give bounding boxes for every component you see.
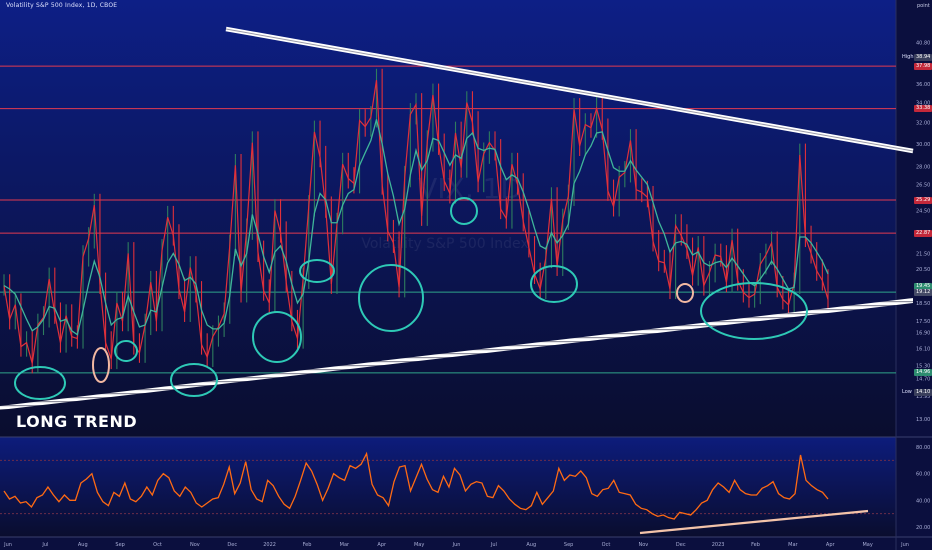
- price-tick-label: 32.00: [916, 121, 930, 127]
- price-tick-label: 16.90: [916, 331, 930, 337]
- price-tick-label: 36.00: [916, 82, 930, 88]
- price-tick-label: 20.50: [916, 267, 930, 273]
- chart-title: Volatility S&P 500 Index, 1D, CBOE: [6, 2, 118, 9]
- time-tick-label: Apr: [377, 542, 387, 548]
- time-tick-label: Dec: [676, 542, 686, 548]
- time-tick-label: Oct: [153, 542, 162, 548]
- price-tick-label: 14.70: [916, 377, 930, 383]
- time-tick-label: Apr: [826, 542, 836, 548]
- long-trend-label: LONG TREND: [16, 412, 138, 431]
- time-tick-label: Mar: [340, 542, 350, 548]
- price-tick-label: 24.50: [916, 208, 930, 214]
- price-tick-label: 30.00: [916, 142, 930, 148]
- price-tick-label: 28.00: [916, 164, 930, 170]
- price-tick-label: 17.50: [916, 319, 930, 325]
- rsi-tick-label: 40.00: [916, 498, 930, 504]
- price-badge-label: Low: [902, 388, 912, 395]
- time-tick-label: Jul: [490, 542, 497, 548]
- time-tick-label: Nov: [638, 542, 648, 548]
- time-tick-label: Mar: [788, 542, 798, 548]
- time-tick-label: Oct: [602, 542, 611, 548]
- time-tick-label: Nov: [190, 542, 200, 548]
- price-unit-label: point: [917, 3, 930, 9]
- rsi-tick-label: 60.00: [916, 472, 930, 478]
- price-pane-background: [0, 0, 896, 437]
- time-tick-label: Aug: [78, 542, 88, 548]
- price-badge: 38.94: [914, 54, 932, 62]
- rsi-tick-label: 20.00: [916, 525, 930, 531]
- price-tick-label: 16.10: [916, 347, 930, 353]
- time-tick-label: 2023: [712, 542, 725, 548]
- time-tick-label: May: [862, 542, 872, 548]
- chart-canvas[interactable]: VIX, 1D Volatility S&P 500 Index 40.8038…: [0, 0, 932, 550]
- price-badge: 22.87: [914, 229, 932, 237]
- tradingview-chart: VIX, 1D Volatility S&P 500 Index 40.8038…: [0, 0, 932, 550]
- time-tick-label: Aug: [526, 542, 536, 548]
- price-tick-label: 13.00: [916, 417, 930, 423]
- time-tick-label: Sep: [564, 542, 573, 548]
- time-tick-label: Jul: [41, 542, 48, 548]
- price-badge: 37.98: [914, 62, 932, 70]
- price-tick-label: 18.50: [916, 301, 930, 307]
- price-badge: 14.10: [914, 388, 932, 396]
- time-tick-label: Feb: [751, 542, 760, 548]
- time-tick-label: Dec: [227, 542, 237, 548]
- price-badge: 19.12: [914, 288, 932, 296]
- price-tick-label: 26.50: [916, 183, 930, 189]
- price-badge: 25.29: [914, 196, 932, 204]
- time-tick-label: Jun: [452, 542, 461, 548]
- time-tick-label: 2022: [263, 542, 276, 548]
- time-tick-label: Feb: [303, 542, 312, 548]
- rsi-tick-label: 80.00: [916, 445, 930, 451]
- price-badge: 33.38: [914, 105, 932, 113]
- time-tick-label: Sep: [115, 542, 124, 548]
- price-tick-label: 40.80: [916, 41, 930, 47]
- time-tick-label: May: [414, 542, 424, 548]
- price-tick-label: 21.50: [916, 251, 930, 257]
- price-badge: 14.96: [914, 369, 932, 377]
- time-tick-label: Jun: [900, 542, 909, 548]
- watermark-name: Volatility S&P 500 Index: [361, 236, 528, 252]
- time-tick-label: Jun: [3, 542, 12, 548]
